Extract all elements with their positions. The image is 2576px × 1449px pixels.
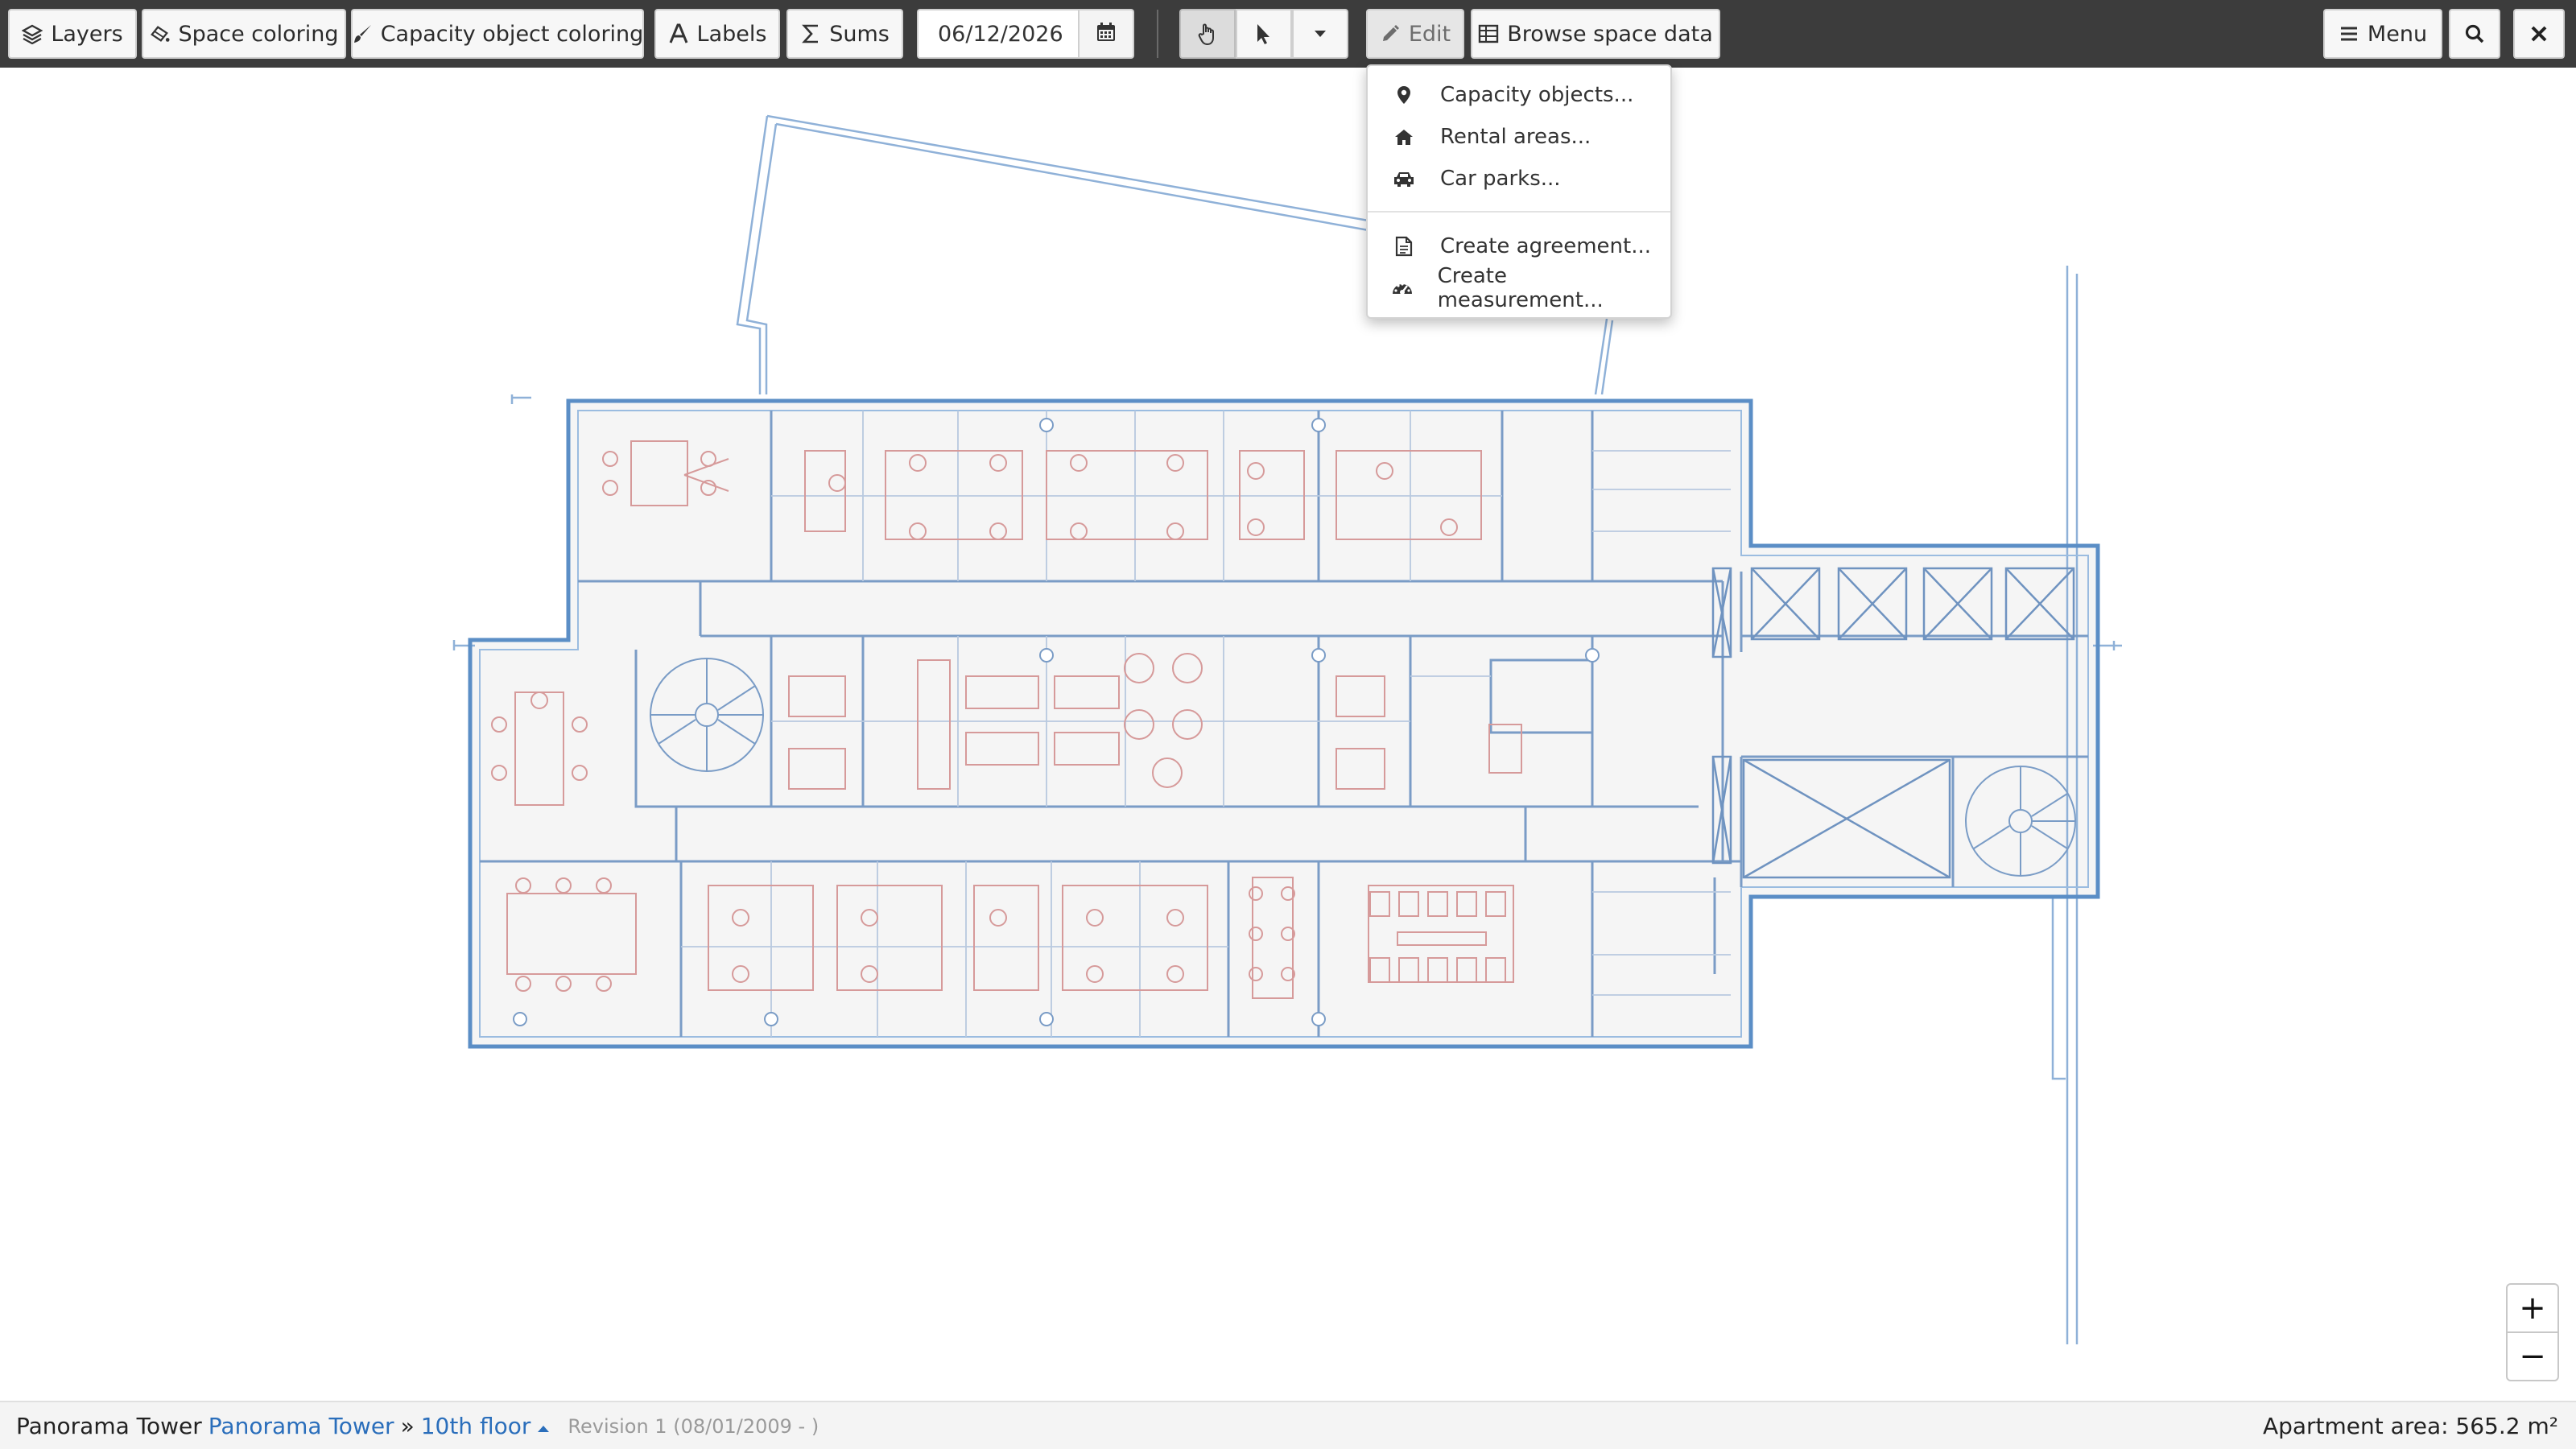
gauge-icon: [1368, 279, 1438, 297]
edit-label: Edit: [1408, 21, 1451, 47]
layers-button[interactable]: Layers: [8, 9, 137, 59]
menu-item-label: Car parks...: [1440, 167, 1561, 191]
table-icon: [1478, 22, 1499, 46]
zoom-out-label: −: [2519, 1338, 2546, 1375]
menu-item-create-agreement[interactable]: Create agreement...: [1368, 225, 1670, 267]
date-input[interactable]: 06/12/2026: [917, 9, 1078, 59]
menu-item-create-measurement[interactable]: Create measurement...: [1368, 264, 1670, 312]
menu-item-label: Rental areas...: [1440, 125, 1591, 149]
search-button[interactable]: [2449, 9, 2500, 59]
menu-item-label: Create measurement...: [1437, 264, 1604, 312]
sums-label: Sums: [829, 21, 890, 47]
layers-label: Layers: [51, 21, 123, 47]
labels-button[interactable]: Labels: [654, 9, 780, 59]
menu-item-rental-areas[interactable]: Rental areas...: [1368, 116, 1670, 158]
caret-up-icon[interactable]: [537, 1413, 550, 1439]
car-icon: [1368, 170, 1440, 188]
menu-item-capacity-objects[interactable]: Capacity objects...: [1368, 74, 1670, 116]
capacity-object-coloring-label: Capacity object coloring: [380, 21, 644, 47]
menu-item-label: Capacity objects...: [1440, 83, 1634, 107]
browse-space-data-label: Browse space data: [1507, 21, 1713, 47]
brush-icon: [352, 22, 373, 46]
pan-tool-button[interactable]: [1179, 9, 1236, 59]
labels-label: Labels: [696, 21, 767, 47]
edit-dropdown-menu: Capacity objects... Rental areas... Car …: [1366, 64, 1672, 319]
caret-down-icon: [1310, 22, 1331, 46]
apartment-area: Apartment area: 565.2 m²: [2262, 1413, 2558, 1439]
layers-icon: [22, 22, 43, 46]
hand-pointer-icon: [1197, 22, 1218, 46]
zoom-out-button[interactable]: −: [2506, 1331, 2559, 1381]
menu-button[interactable]: Menu: [2323, 9, 2442, 59]
space-coloring-button[interactable]: Space coloring: [142, 9, 346, 59]
toolbar-separator: [1157, 10, 1158, 58]
menu-label: Menu: [2367, 21, 2428, 47]
cursor-arrow-icon: [1253, 22, 1274, 46]
browse-space-data-button[interactable]: Browse space data: [1471, 9, 1720, 59]
breadcrumb-separator: »: [400, 1413, 415, 1439]
document-icon: [1368, 236, 1440, 257]
calendar-button[interactable]: [1078, 9, 1134, 59]
close-icon: [2529, 22, 2549, 46]
breadcrumb: Panorama Tower Panorama Tower » 10th flo…: [16, 1413, 819, 1439]
close-button[interactable]: [2513, 9, 2565, 59]
map-marker-icon: [1368, 85, 1440, 105]
breadcrumb-building: Panorama Tower: [16, 1413, 202, 1439]
tool-dropdown-button[interactable]: [1292, 9, 1348, 59]
home-icon: [1368, 128, 1440, 146]
top-toolbar: Layers Space coloring Capacity object co…: [0, 0, 2576, 68]
zoom-in-button[interactable]: +: [2506, 1283, 2559, 1333]
status-bar: Panorama Tower Panorama Tower » 10th flo…: [0, 1401, 2576, 1449]
select-tool-button[interactable]: [1236, 9, 1292, 59]
breadcrumb-building-link[interactable]: Panorama Tower: [208, 1413, 394, 1439]
revision-info: Revision 1 (08/01/2009 - ): [568, 1414, 819, 1438]
date-value: 06/12/2026: [938, 21, 1063, 47]
font-icon: [668, 22, 689, 46]
floor-plan-canvas[interactable]: [0, 68, 2576, 1401]
menu-item-label: Create agreement...: [1440, 234, 1651, 258]
menu-item-car-parks[interactable]: Car parks...: [1368, 158, 1670, 200]
sigma-icon: [800, 22, 821, 46]
search-icon: [2464, 22, 2485, 46]
sums-button[interactable]: Sums: [786, 9, 903, 59]
calendar-icon: [1096, 22, 1117, 46]
capacity-object-coloring-button[interactable]: Capacity object coloring: [351, 9, 644, 59]
space-coloring-icon: [149, 22, 170, 46]
edit-button[interactable]: Edit: [1366, 9, 1464, 59]
pencil-icon: [1380, 22, 1401, 46]
menu-divider: [1368, 211, 1670, 213]
bars-icon: [2339, 22, 2359, 46]
breadcrumb-floor-link[interactable]: 10th floor: [421, 1413, 531, 1439]
zoom-in-label: +: [2519, 1290, 2546, 1327]
space-coloring-label: Space coloring: [178, 21, 339, 47]
